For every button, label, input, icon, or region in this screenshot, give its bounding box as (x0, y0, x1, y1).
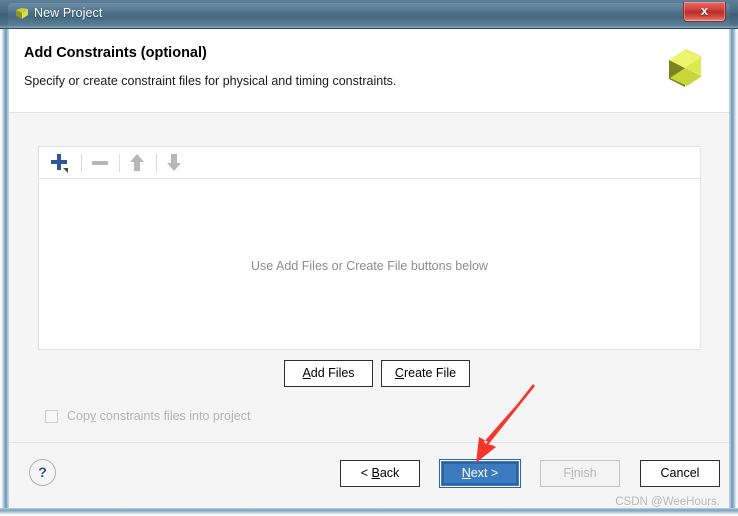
move-down-icon (162, 151, 187, 175)
vivado-leaf-icon (14, 7, 30, 23)
title-bar-inner (8, 3, 730, 28)
wizard-header: Add Constraints (optional) Specify or cr… (9, 29, 729, 112)
add-files-button[interactable]: Add Files (284, 360, 373, 387)
page-title: Add Constraints (optional) (24, 45, 207, 61)
cancel-button[interactable]: Cancel (640, 460, 720, 487)
add-files-accel: A (302, 366, 311, 380)
copy-constraints-checkbox (45, 410, 58, 423)
finish-button: Finish (540, 460, 620, 487)
add-icon[interactable] (47, 151, 72, 175)
file-list-empty-message: Use Add Files or Create File buttons bel… (251, 259, 488, 273)
toolbar-separator-2 (119, 154, 120, 172)
window-title: New Project (34, 6, 103, 20)
title-bar[interactable]: New Project x (0, 0, 738, 29)
close-button-glyph: x (700, 3, 709, 18)
finish-accel: i (570, 466, 574, 480)
remove-icon (88, 151, 113, 175)
copy-constraints-label: Copy constraints files into project (67, 409, 251, 423)
footer-separator (9, 442, 729, 443)
vivado-pinwheel-logo (661, 43, 711, 93)
wizard-content: Use Add Files or Create File buttons bel… (9, 112, 729, 508)
help-button[interactable]: ? (29, 459, 56, 486)
window-border-bottom (0, 508, 738, 516)
new-project-dialog: New Project x Add Constraints (optional)… (0, 0, 738, 516)
constraints-file-list-panel: Use Add Files or Create File buttons bel… (38, 146, 701, 350)
next-accel: N (461, 466, 471, 480)
page-subtitle: Specify or create constraint files for p… (24, 74, 397, 88)
back-button[interactable]: < Back (340, 460, 420, 487)
window-border-right (729, 0, 738, 516)
next-button[interactable]: Next > (440, 460, 520, 487)
move-up-icon (125, 151, 150, 175)
create-file-button[interactable]: Create File (381, 360, 470, 387)
close-icon[interactable]: x (683, 2, 726, 22)
window-border-left (0, 0, 9, 516)
back-accel: B (371, 466, 380, 480)
toolbar-separator-1 (81, 154, 82, 172)
create-file-accel: C (394, 366, 404, 380)
toolbar-separator-3 (156, 154, 157, 172)
file-list-toolbar (39, 147, 700, 179)
watermark-text: CSDN @WeeHours. (615, 496, 720, 508)
